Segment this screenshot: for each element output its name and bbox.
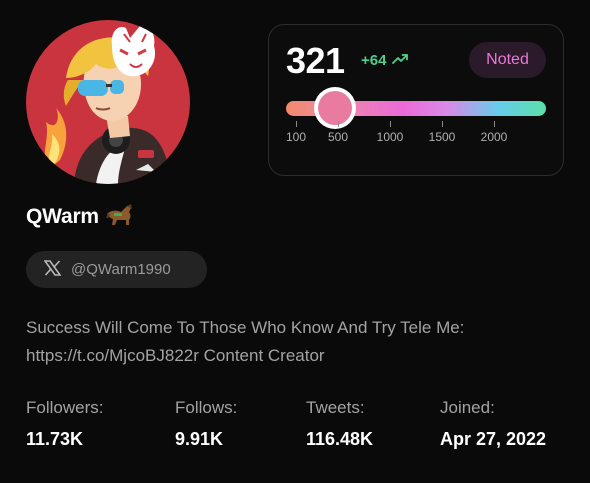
noted-badge[interactable]: Noted	[469, 42, 546, 78]
slider-tick-label: 2000	[480, 130, 508, 144]
stat-followers[interactable]: Followers: 11.73K	[26, 397, 103, 450]
profile-avatar[interactable]	[26, 20, 190, 184]
slider-tick	[338, 121, 339, 127]
x-handle-link[interactable]: @QWarm1990	[26, 251, 207, 288]
stat-tweets[interactable]: Tweets: 116.48K	[306, 397, 373, 450]
stat-follows[interactable]: Follows: 9.91K	[175, 397, 237, 450]
x-logo-icon	[43, 259, 62, 280]
avatar-illustration	[44, 25, 172, 184]
stat-value: 9.91K	[175, 429, 224, 449]
score-card: 321 +64 Noted 100 500 1000 1500 2000	[268, 24, 564, 176]
profile-bio: Success Will Come To Those Who Know And …	[26, 318, 465, 365]
score-value: 321	[286, 40, 345, 81]
stat-joined: Joined: Apr 27, 2022	[440, 397, 546, 450]
slider-tick	[296, 121, 297, 127]
slider-tick-label: 1500	[428, 130, 456, 144]
trending-up-icon	[392, 52, 409, 69]
score-delta-text: +64	[361, 52, 387, 69]
slider-tick-label: 100	[285, 130, 307, 144]
display-name-row: QWarm	[26, 203, 135, 231]
slider-tick	[494, 121, 495, 127]
stat-label: Followers:	[26, 398, 104, 417]
display-name: QWarm	[26, 205, 99, 228]
slider-tick-label: 1000	[376, 130, 404, 144]
slider-tick	[390, 121, 391, 127]
stat-label: Tweets:	[306, 398, 365, 417]
stat-label: Joined:	[440, 398, 495, 417]
stat-value: 11.73K	[26, 429, 84, 449]
slider-tick-label: 500	[327, 130, 349, 144]
score-delta: +64	[361, 52, 409, 69]
handle-text: @QWarm1990	[71, 261, 171, 278]
slider-tick	[442, 121, 443, 127]
stat-value: 116.48K	[306, 429, 374, 449]
horse-icon	[105, 202, 135, 232]
score-slider-thumb[interactable]	[314, 87, 356, 129]
slider-thumb-core	[318, 91, 352, 125]
stat-value: Apr 27, 2022	[440, 429, 547, 449]
stat-label: Follows:	[175, 398, 238, 417]
